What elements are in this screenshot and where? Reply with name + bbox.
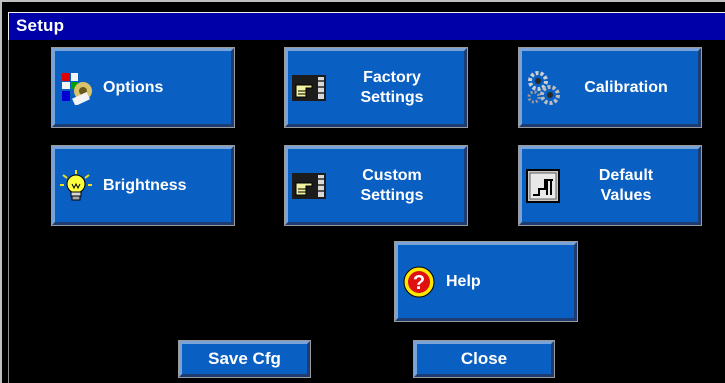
palette-gear-icon (59, 70, 93, 105)
calibration-button[interactable]: Calibration (518, 47, 702, 128)
options-label: Options (103, 78, 164, 96)
brightness-button[interactable]: Brightness (51, 145, 235, 226)
step-graph-icon (526, 168, 560, 203)
help-button[interactable]: ? Help (394, 241, 578, 322)
factory-settings-button[interactable]: Factory Settings (284, 47, 468, 128)
calibration-label: Calibration (584, 78, 668, 96)
question-mark-icon: ? (402, 264, 436, 299)
help-label: Help (446, 272, 481, 290)
custom-settings-label: Custom Settings (360, 166, 424, 204)
pointing-hand-icon (292, 74, 326, 101)
lightbulb-icon (59, 168, 93, 203)
brightness-label: Brightness (103, 176, 187, 194)
setup-window: Setup Options Factory Settings Calibrati… (0, 0, 725, 383)
title-bar[interactable]: Setup (8, 12, 725, 40)
window-title: Setup (16, 16, 65, 35)
factory-settings-label: Factory Settings (360, 68, 424, 106)
options-button[interactable]: Options (51, 47, 235, 128)
pointing-hand-icon (292, 172, 326, 199)
gears-icon (526, 70, 560, 105)
svg-text:?: ? (413, 272, 425, 294)
default-values-button[interactable]: Default Values (518, 145, 702, 226)
setup-panel: Options Factory Settings Calibration Bri… (8, 40, 725, 383)
default-values-label: Default Values (598, 166, 654, 204)
close-button[interactable]: Close (413, 340, 555, 378)
custom-settings-button[interactable]: Custom Settings (284, 145, 468, 226)
save-cfg-button[interactable]: Save Cfg (178, 340, 311, 378)
